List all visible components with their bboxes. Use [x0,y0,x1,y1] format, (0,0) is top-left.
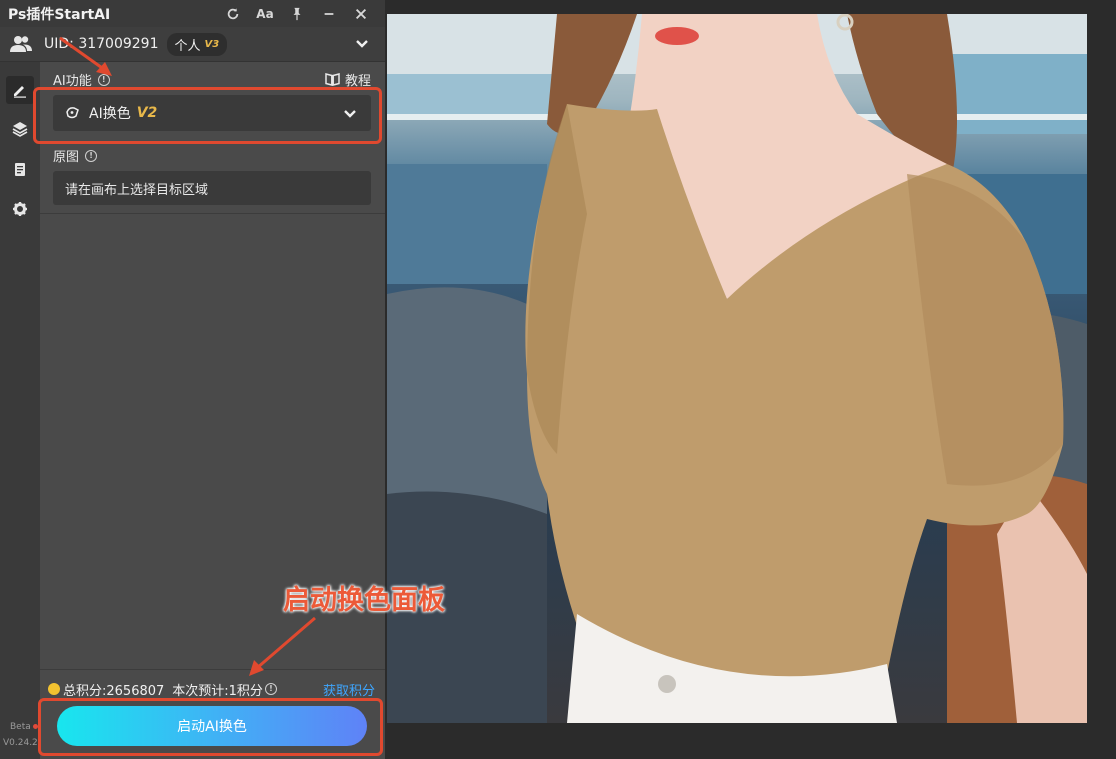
total-points: 总积分:2656807 [63,683,165,699]
coin-icon [48,683,60,695]
plan-badge: 个人 V3 [166,32,228,56]
get-points-link[interactable]: 获取积分 [323,680,375,699]
original-image-placeholder: 请在画布上选择目标区域 [65,182,209,198]
pin-icon[interactable] [281,0,313,27]
titlebar-actions: Aa [217,0,377,27]
refresh-icon[interactable] [217,0,249,27]
main-content: AI功能 ! 教程 AI换色 V2 原图 ! 请在画布上选择目标区域 总积分:2… [40,62,385,759]
divider [40,213,385,214]
canvas-photo[interactable] [387,14,1087,723]
info-icon[interactable]: ! [264,683,277,695]
divider [40,669,385,670]
font-size-label: Aa [256,6,274,21]
plan-level: V3 [204,38,220,50]
font-size-icon[interactable]: Aa [249,0,281,27]
panel-title: Ps插件StartAI [8,6,111,23]
annotation-box-function [33,87,382,144]
annotation-box-start [38,698,383,756]
minimize-icon[interactable] [313,0,345,27]
titlebar: Ps插件StartAI Aa [0,0,385,27]
users-icon [10,35,32,53]
info-icon[interactable]: ! [85,149,98,162]
user-bar[interactable]: UID: 317009291 个人 V3 [0,27,385,62]
nav-settings[interactable] [6,195,34,223]
side-nav [0,62,40,759]
info-icon[interactable]: ! [97,73,110,86]
gear-icon [13,202,27,216]
beta-label: Beta [10,722,31,732]
plan-name: 个人 [174,38,201,54]
chevron-down-icon[interactable] [355,36,369,55]
nav-edit[interactable] [6,76,34,104]
nav-layers[interactable] [6,115,34,143]
close-icon[interactable] [345,0,377,27]
points-row: 总积分:2656807 本次预计:1积分 ! 获取积分 [48,680,380,699]
version-label: V0.24.2 [3,738,38,748]
annotation-callout: 启动换色面板 [283,585,445,616]
clipboard-icon [15,163,25,176]
original-image-field[interactable]: 请在画布上选择目标区域 [53,171,371,205]
original-image-label: 原图 [53,150,80,165]
layers-icon [12,122,28,137]
original-image-label-row: 原图 ! [53,146,98,165]
book-icon [325,73,340,86]
edit-icon [14,86,26,98]
nav-clipboard[interactable] [6,155,34,183]
user-uid: UID: 317009291 [44,36,159,52]
photo-illustration [387,14,1087,723]
estimated-points: 本次预计:1积分 [172,683,263,699]
